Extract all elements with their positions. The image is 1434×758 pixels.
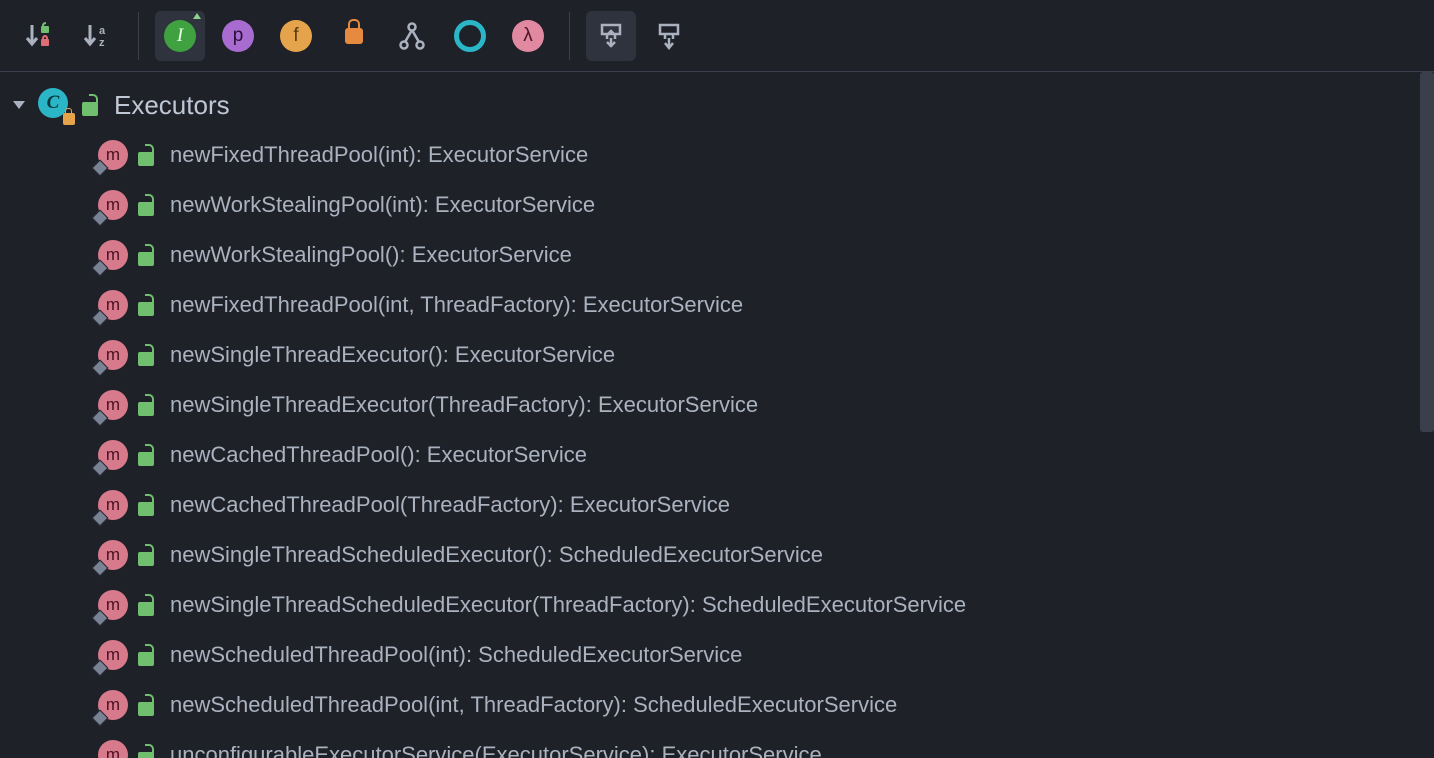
public-visibility-icon [138,294,160,316]
show-lambda-button[interactable]: λ [503,11,553,61]
public-visibility-icon [138,544,160,566]
svg-text:a: a [99,25,106,37]
public-visibility-icon [138,344,160,366]
static-overlay-icon [92,560,109,577]
static-overlay-icon [92,360,109,377]
show-interfaces-button[interactable]: I [155,11,205,61]
public-visibility-icon [138,394,160,416]
toolbar-separator [569,12,570,60]
method-signature-label: newSingleThreadScheduledExecutor(): Sche… [170,542,823,568]
expand-all-button[interactable] [586,11,636,61]
public-visibility-icon [138,244,160,266]
public-visibility-icon [138,194,160,216]
method-signature-label: unconfigurableExecutorService(ExecutorSe… [170,742,822,758]
static-overlay-icon [92,660,109,677]
final-lock-icon [63,113,75,125]
field-icon: f [280,20,312,52]
static-overlay-icon [92,160,109,177]
tree-member-row[interactable]: m newScheduledThreadPool(int): Scheduled… [0,630,1434,680]
toolbar-separator [138,12,139,60]
method-signature-label: newScheduledThreadPool(int, ThreadFactor… [170,692,897,718]
public-visibility-icon [82,94,104,116]
sort-alphabetically-button[interactable]: a z [72,11,122,61]
method-signature-label: newSingleThreadExecutor(): ExecutorServi… [170,342,615,368]
chevron-down-icon [13,101,25,109]
public-visibility-icon [138,644,160,666]
show-properties-button[interactable]: p [213,11,263,61]
show-inherited-button[interactable] [387,11,437,61]
static-overlay-icon [92,410,109,427]
expand-chevron[interactable] [10,101,28,109]
method-signature-label: newSingleThreadScheduledExecutor(ThreadF… [170,592,966,618]
expand-all-icon [596,21,626,51]
property-icon: p [222,20,254,52]
tree-member-row[interactable]: m newCachedThreadPool(): ExecutorService [0,430,1434,480]
method-signature-label: newCachedThreadPool(): ExecutorService [170,442,587,468]
vertical-scrollbar[interactable] [1420,72,1434,432]
collapse-all-button[interactable] [644,11,694,61]
method-signature-label: newWorkStealingPool(int): ExecutorServic… [170,192,595,218]
static-overlay-icon [92,510,109,527]
method-signature-label: newFixedThreadPool(int): ExecutorService [170,142,588,168]
public-visibility-icon [138,744,160,758]
svg-text:z: z [99,37,105,49]
method-icon: m [98,190,128,220]
method-icon: m [98,390,128,420]
anonymous-icon [454,20,486,52]
static-overlay-icon [92,210,109,227]
tree-member-row[interactable]: m newSingleThreadScheduledExecutor(): Sc… [0,530,1434,580]
tree-member-row[interactable]: m newFixedThreadPool(int): ExecutorServi… [0,130,1434,180]
method-icon: m [98,240,128,270]
tree-root-row[interactable]: C Executors [0,80,1434,130]
public-visibility-icon [138,594,160,616]
show-fields-button[interactable]: f [271,11,321,61]
method-icon: m [98,140,128,170]
lock-icon [345,28,363,44]
class-name-label: Executors [114,90,230,121]
tree-member-row[interactable]: m newSingleThreadExecutor(): ExecutorSer… [0,330,1434,380]
method-icon: m [98,490,128,520]
lambda-icon: λ [512,20,544,52]
tree-member-row[interactable]: m newScheduledThreadPool(int, ThreadFact… [0,680,1434,730]
method-signature-label: newScheduledThreadPool(int): ScheduledEx… [170,642,742,668]
tree-member-row[interactable]: m newWorkStealingPool(): ExecutorService [0,230,1434,280]
public-visibility-icon [138,694,160,716]
tree-member-row[interactable]: m newWorkStealingPool(int): ExecutorServ… [0,180,1434,230]
method-icon: m [98,690,128,720]
method-icon: m [98,540,128,570]
show-nonpublic-button[interactable] [329,11,379,61]
method-icon: m [98,640,128,670]
method-icon: m [98,590,128,620]
public-visibility-icon [138,444,160,466]
method-signature-label: newFixedThreadPool(int, ThreadFactory): … [170,292,743,318]
static-overlay-icon [92,460,109,477]
hierarchy-icon [397,21,427,51]
class-icon: C [38,88,72,122]
public-visibility-icon [138,144,160,166]
method-icon: m [98,740,128,758]
tree-member-row[interactable]: m unconfigurableExecutorService(Executor… [0,730,1434,758]
method-icon: m [98,290,128,320]
up-arrow-icon [193,13,201,19]
collapse-all-icon [654,21,684,51]
method-signature-label: newCachedThreadPool(ThreadFactory): Exec… [170,492,730,518]
method-icon: m [98,440,128,470]
static-overlay-icon [92,310,109,327]
sort-by-visibility-button[interactable] [14,11,64,61]
tree-member-row[interactable]: m newSingleThreadExecutor(ThreadFactory)… [0,380,1434,430]
method-signature-label: newSingleThreadExecutor(ThreadFactory): … [170,392,758,418]
tree-member-row[interactable]: m newCachedThreadPool(ThreadFactory): Ex… [0,480,1434,530]
public-visibility-icon [138,494,160,516]
show-anonymous-button[interactable] [445,11,495,61]
static-overlay-icon [92,260,109,277]
tree-member-row[interactable]: m newFixedThreadPool(int, ThreadFactory)… [0,280,1434,330]
tree-member-row[interactable]: m newSingleThreadScheduledExecutor(Threa… [0,580,1434,630]
method-signature-label: newWorkStealingPool(): ExecutorService [170,242,572,268]
method-icon: m [98,340,128,370]
static-overlay-icon [92,710,109,727]
structure-tree: C Executors m newFixedThreadPool(int): E… [0,72,1434,758]
structure-toolbar: a z I p f λ [0,0,1434,72]
static-overlay-icon [92,610,109,627]
interface-icon: I [164,20,196,52]
